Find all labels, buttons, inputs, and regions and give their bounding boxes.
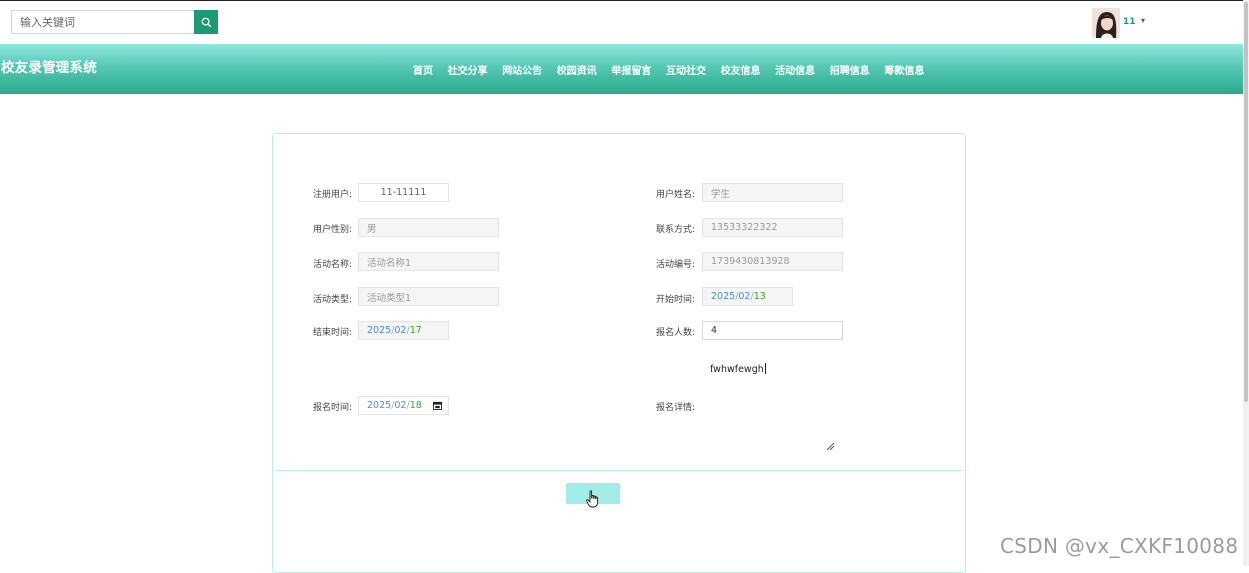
contact-field[interactable]: 13533322322 bbox=[702, 218, 843, 237]
contact-value: 13533322322 bbox=[711, 222, 778, 233]
signup-year: 2025 bbox=[367, 400, 392, 411]
count-label: 报名人数: bbox=[656, 328, 696, 338]
activity-no-value: 1739430813928 bbox=[711, 256, 790, 267]
nav-band: 校友录管理系统 首页 社交分享 网站公告 校园资讯 举报留言 互动社交 校友信息… bbox=[0, 44, 1243, 94]
activity-name-field[interactable]: 活动名称1 bbox=[358, 252, 499, 271]
calendar-icon[interactable] bbox=[433, 401, 442, 410]
user-name-field[interactable]: 学生 bbox=[702, 183, 843, 202]
activity-type-field[interactable]: 活动类型1 bbox=[358, 287, 499, 306]
activity-no-label: 活动编号: bbox=[656, 260, 696, 270]
avatar[interactable] bbox=[1092, 8, 1120, 38]
gender-label: 用户性别: bbox=[313, 225, 353, 235]
signup-month: 02 bbox=[394, 400, 407, 411]
site-title: 校友录管理系统 bbox=[1, 60, 97, 76]
page-scrollbar[interactable] bbox=[1243, 0, 1249, 566]
avatar-image bbox=[1092, 8, 1120, 38]
activity-name-label: 活动名称: bbox=[313, 260, 353, 270]
end-day: 17 bbox=[409, 325, 422, 336]
watermark: CSDN @vx_CXKF10088 bbox=[1000, 534, 1239, 558]
gender-field[interactable]: 男 bbox=[358, 218, 499, 237]
chevron-down-icon[interactable]: ▾ bbox=[1141, 16, 1145, 25]
count-field[interactable]: 4 bbox=[702, 321, 843, 340]
user-name-value: 学生 bbox=[711, 188, 731, 200]
signup-day: 18 bbox=[409, 400, 422, 411]
count-value: 4 bbox=[711, 325, 718, 336]
nav-item-home[interactable]: 首页 bbox=[413, 62, 433, 77]
main-nav: 首页 社交分享 网站公告 校园资讯 举报留言 互动社交 校友信息 活动信息 招聘… bbox=[413, 62, 939, 77]
text-caret bbox=[764, 363, 766, 374]
nav-item-interaction[interactable]: 互动社交 bbox=[666, 62, 706, 77]
gender-value: 男 bbox=[367, 223, 377, 235]
nav-item-report-messages[interactable]: 举报留言 bbox=[611, 62, 651, 77]
signup-time-label: 报名时间: bbox=[313, 403, 353, 413]
activity-type-label: 活动类型: bbox=[313, 295, 353, 305]
search-input[interactable] bbox=[11, 10, 194, 34]
reg-user-field[interactable]: 11-11111 bbox=[358, 183, 449, 202]
form-divider bbox=[275, 470, 963, 471]
detail-value: fwhwfewgh bbox=[710, 364, 764, 375]
nav-item-recruitment[interactable]: 招聘信息 bbox=[830, 62, 870, 77]
end-month: 02 bbox=[394, 325, 407, 336]
search-button[interactable] bbox=[194, 10, 218, 34]
activity-name-value: 活动名称1 bbox=[367, 257, 412, 269]
nav-item-fundraising[interactable]: 筹款信息 bbox=[884, 62, 924, 77]
nav-item-activities[interactable]: 活动信息 bbox=[775, 62, 815, 77]
activity-type-value: 活动类型1 bbox=[367, 292, 412, 304]
search-icon bbox=[201, 17, 211, 27]
end-year: 2025 bbox=[367, 325, 392, 336]
reg-user-label: 注册用户: bbox=[313, 190, 353, 200]
resize-handle-icon[interactable] bbox=[826, 442, 835, 451]
hand-cursor-icon bbox=[586, 490, 599, 508]
signup-time-field[interactable]: 2025/02/18 bbox=[358, 396, 449, 415]
activity-no-field[interactable]: 1739430813928 bbox=[702, 252, 843, 271]
contact-label: 联系方式: bbox=[656, 225, 696, 235]
nav-item-social-share[interactable]: 社交分享 bbox=[448, 62, 488, 77]
end-time-field[interactable]: 2025/02/17 bbox=[358, 321, 449, 340]
start-time-field[interactable]: 2025/02/13 bbox=[702, 287, 793, 306]
detail-label: 报名详情: bbox=[656, 403, 696, 413]
scroll-thumb[interactable] bbox=[1244, 2, 1248, 402]
nav-item-alumni[interactable]: 校友信息 bbox=[721, 62, 761, 77]
search-box bbox=[11, 10, 218, 34]
start-time-label: 开始时间: bbox=[656, 295, 696, 305]
end-time-label: 结束时间: bbox=[313, 328, 353, 338]
start-day: 13 bbox=[753, 291, 766, 302]
username[interactable]: 11 bbox=[1123, 17, 1136, 27]
nav-item-campus-news[interactable]: 校园资讯 bbox=[557, 62, 597, 77]
reg-user-value: 11-11111 bbox=[380, 187, 427, 198]
detail-textarea[interactable]: fwhwfewgh bbox=[710, 363, 766, 375]
start-year: 2025 bbox=[711, 291, 736, 302]
start-month: 02 bbox=[738, 291, 751, 302]
nav-item-announcements[interactable]: 网站公告 bbox=[502, 62, 542, 77]
top-bar: 11 ▾ bbox=[0, 0, 1249, 45]
user-name-label: 用户姓名: bbox=[656, 190, 696, 200]
